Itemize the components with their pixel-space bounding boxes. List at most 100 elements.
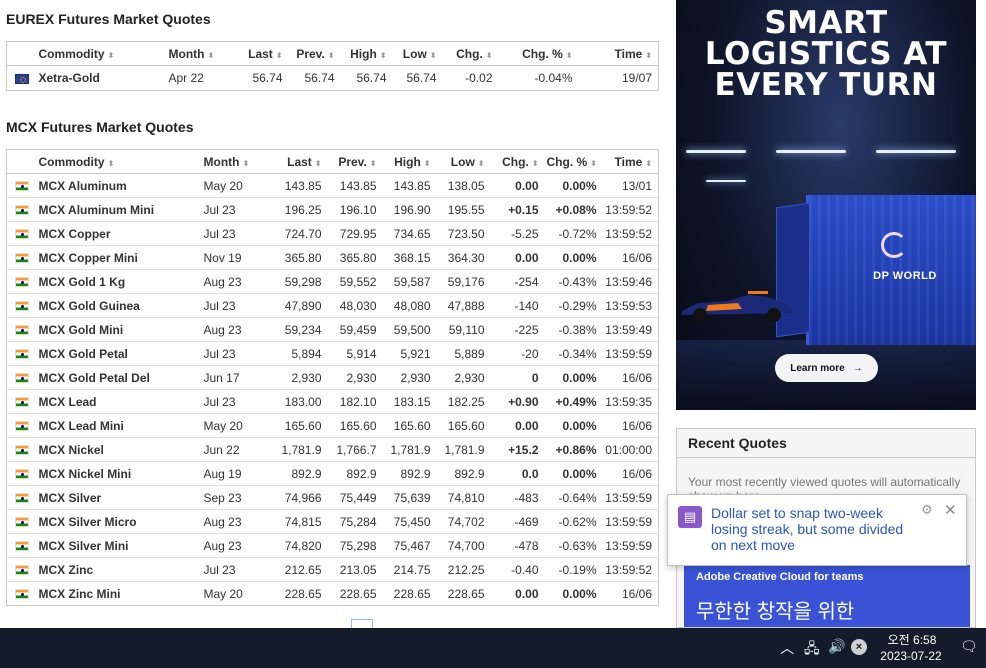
table-row[interactable]: MCX Silver Micro Aug 23 74,815 75,284 75,450… bbox=[6, 509, 659, 534]
cell-name[interactable]: MCX Gold Guinea bbox=[36, 293, 202, 318]
learn-more-button[interactable]: Learn more → bbox=[775, 354, 878, 382]
pager-stub[interactable] bbox=[351, 619, 373, 628]
column-header-last[interactable]: Last ⬍ bbox=[232, 41, 289, 66]
close-circle-icon[interactable]: × bbox=[851, 639, 867, 655]
cell-name[interactable]: MCX Silver bbox=[36, 485, 202, 510]
volume-icon[interactable]: 🔊 bbox=[828, 638, 845, 655]
table-row[interactable]: MCX Lead Mini May 20 165.60 165.60 165.60 165… bbox=[6, 413, 659, 438]
table-row[interactable]: MCX Aluminum Mini Jul 23 196.25 196.10 196.9… bbox=[6, 197, 659, 222]
column-header-last[interactable]: Last ⬍ bbox=[261, 149, 328, 174]
sort-icon[interactable]: ⬍ bbox=[566, 51, 573, 60]
sort-icon[interactable]: ⬍ bbox=[207, 51, 214, 60]
adobe-ad[interactable]: Adobe Creative Cloud for teams 무한한 창작을 위… bbox=[684, 565, 970, 627]
network-icon[interactable]: 🖧 bbox=[804, 638, 820, 662]
sort-icon[interactable]: ⬍ bbox=[424, 159, 431, 168]
cell-name[interactable]: MCX Silver Mini bbox=[36, 533, 202, 558]
column-header-commodity[interactable]: Commodity ⬍ bbox=[36, 41, 167, 66]
chevron-up-icon[interactable]: ︿ bbox=[780, 638, 794, 658]
table-row[interactable]: Xetra-Gold Apr 22 56.74 56.74 56.74 56.74 -0.0… bbox=[7, 66, 659, 91]
column-header-chg[interactable]: Chg. ⬍ bbox=[442, 41, 499, 66]
sort-icon[interactable]: ⬍ bbox=[276, 51, 283, 60]
gear-icon[interactable]: ⚙ bbox=[921, 502, 933, 518]
cell-month: May 20 bbox=[201, 413, 262, 438]
table-row[interactable]: MCX Zinc Mini May 20 228.65 228.65 228.65 228… bbox=[7, 582, 659, 606]
sort-icon[interactable]: ⬍ bbox=[315, 159, 322, 168]
india-flag-icon bbox=[14, 517, 29, 528]
cell-name[interactable]: MCX Copper bbox=[36, 221, 202, 246]
cell-low: 59,110 bbox=[436, 317, 491, 342]
notification-text[interactable]: Dollar set to snap two-week losing strea… bbox=[711, 505, 921, 553]
column-header-prev[interactable]: Prev. ⬍ bbox=[288, 41, 341, 66]
column-header-commodity[interactable]: Commodity ⬍ bbox=[36, 149, 202, 174]
sort-icon[interactable]: ⬍ bbox=[370, 159, 377, 168]
column-header-time[interactable]: Time ⬍ bbox=[578, 41, 659, 66]
cell-name[interactable]: MCX Gold Petal Del bbox=[36, 365, 202, 390]
table-row[interactable]: MCX Gold Guinea Jul 23 47,890 48,030 48,080 4… bbox=[6, 293, 659, 318]
sort-icon[interactable]: ⬍ bbox=[108, 51, 115, 60]
sort-icon[interactable]: ⬍ bbox=[328, 51, 335, 60]
column-header-chg[interactable]: Chg. % ⬍ bbox=[544, 149, 603, 174]
cell-low: 138.05 bbox=[436, 173, 491, 198]
table-row[interactable]: MCX Copper Mini Nov 19 365.80 365.80 368.15 3… bbox=[6, 245, 659, 270]
sort-icon[interactable]: ⬍ bbox=[108, 159, 115, 168]
sort-icon[interactable]: ⬍ bbox=[380, 51, 387, 60]
cell-chg: +0.15 bbox=[490, 197, 545, 222]
table-row[interactable]: MCX Gold Petal Del Jun 17 2,930 2,930 2,930 2… bbox=[6, 365, 659, 390]
dp-world-ad[interactable]: SMART LOGISTICS AT EVERY TURN DP WORLD L… bbox=[676, 0, 976, 410]
notification-center-icon[interactable]: 🗨 bbox=[960, 638, 978, 655]
table-row[interactable]: MCX Lead Jul 23 183.00 182.10 183.15 182.25 +0… bbox=[6, 389, 659, 414]
column-header-prev[interactable]: Prev. ⬍ bbox=[327, 149, 383, 174]
sort-icon[interactable]: ⬍ bbox=[532, 159, 539, 168]
cell-name[interactable]: MCX Silver Micro bbox=[36, 509, 202, 534]
column-header-chg[interactable]: Chg. % ⬍ bbox=[498, 41, 579, 66]
cell-name[interactable]: MCX Nickel Mini bbox=[36, 461, 202, 486]
table-row[interactable]: MCX Gold Petal Jul 23 5,894 5,914 5,921 5,889… bbox=[6, 341, 659, 366]
table-row[interactable]: MCX Silver Sep 23 74,966 75,449 75,639 74,810… bbox=[6, 485, 659, 510]
table-row[interactable]: MCX Nickel Mini Aug 19 892.9 892.9 892.9 892.… bbox=[6, 461, 659, 486]
cell-last: 74,815 bbox=[261, 509, 328, 534]
table-row[interactable]: MCX Nickel Jun 22 1,781.9 1,766.7 1,781.9 1,7… bbox=[6, 437, 659, 462]
column-header-high[interactable]: High ⬍ bbox=[382, 149, 437, 174]
cell-name[interactable]: MCX Aluminum Mini bbox=[36, 197, 202, 222]
cell-name[interactable]: MCX Lead bbox=[36, 389, 202, 414]
news-notification[interactable]: ▤ Dollar set to snap two-week losing str… bbox=[667, 494, 967, 566]
column-header-month[interactable]: Month ⬍ bbox=[166, 41, 233, 66]
cell-chgp: 0.00% bbox=[544, 461, 603, 486]
close-icon[interactable]: ✕ bbox=[944, 501, 957, 519]
table-row[interactable]: MCX Gold 1 Kg Aug 23 59,298 59,552 59,587 59,… bbox=[6, 269, 659, 294]
cell-name[interactable]: MCX Nickel bbox=[36, 437, 202, 462]
cell-time: 16/06 bbox=[602, 413, 659, 438]
cell-name[interactable]: MCX Aluminum bbox=[36, 173, 202, 198]
cell-name[interactable]: MCX Copper Mini bbox=[36, 245, 202, 270]
column-header-low[interactable]: Low ⬍ bbox=[392, 41, 443, 66]
cell-name[interactable]: MCX Zinc bbox=[36, 557, 202, 582]
eurex-quotes-table: Commodity ⬍ Month ⬍ Last ⬍ Prev. ⬍ High ⬍ Low ⬍ Chg.… bbox=[6, 41, 659, 91]
column-header-time[interactable]: Time ⬍ bbox=[602, 149, 659, 174]
cell-month: May 20 bbox=[203, 586, 243, 601]
table-row[interactable]: MCX Aluminum May 20 143.85 143.85 143.85 138.… bbox=[6, 173, 659, 198]
cell-low: 195.55 bbox=[436, 197, 491, 222]
cell-name[interactable]: MCX Lead Mini bbox=[36, 413, 202, 438]
cell-name[interactable]: MCX Gold Petal bbox=[36, 341, 202, 366]
column-header-chg[interactable]: Chg. ⬍ bbox=[490, 149, 545, 174]
sort-icon[interactable]: ⬍ bbox=[478, 159, 485, 168]
sort-icon[interactable]: ⬍ bbox=[430, 51, 437, 60]
sort-icon[interactable]: ⬍ bbox=[645, 159, 652, 168]
column-header-low[interactable]: Low ⬍ bbox=[436, 149, 491, 174]
table-row[interactable]: MCX Gold Mini Aug 23 59,234 59,459 59,500 59,… bbox=[6, 317, 659, 342]
cell-name[interactable]: MCX Gold Mini bbox=[36, 317, 202, 342]
column-header-month[interactable]: Month ⬍ bbox=[201, 149, 262, 174]
clock-date[interactable]: 2023-07-22 bbox=[874, 649, 948, 663]
cell-name[interactable]: MCX Gold 1 Kg bbox=[36, 269, 202, 294]
table-row[interactable]: MCX Zinc Jul 23 212.65 213.05 214.75 212.25 -0… bbox=[6, 557, 659, 582]
table-row[interactable]: MCX Silver Mini Aug 23 74,820 75,298 75,467 7… bbox=[6, 533, 659, 558]
sort-icon[interactable]: ⬍ bbox=[590, 159, 597, 168]
sort-icon[interactable]: ⬍ bbox=[242, 159, 249, 168]
column-header-high[interactable]: High ⬍ bbox=[340, 41, 393, 66]
sort-icon[interactable]: ⬍ bbox=[645, 51, 652, 60]
clock-time[interactable]: 오전 6:58 bbox=[884, 631, 940, 648]
cell-name[interactable]: Xetra-Gold bbox=[37, 66, 167, 91]
sort-icon[interactable]: ⬍ bbox=[486, 51, 493, 60]
table-row[interactable]: MCX Copper Jul 23 724.70 729.95 734.65 723.50… bbox=[6, 221, 659, 246]
cell-name[interactable]: MCX Zinc Mini bbox=[37, 582, 202, 606]
